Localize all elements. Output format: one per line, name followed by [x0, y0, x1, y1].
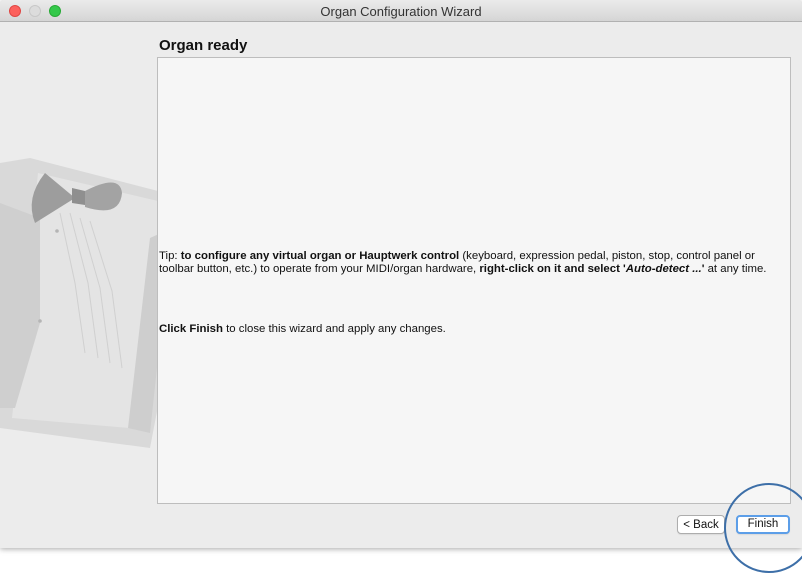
finish-note: Click Finish to close this wizard and ap…: [159, 323, 777, 336]
title-bar: Organ Configuration Wizard: [0, 0, 802, 22]
tip-bold-1: to configure any virtual organ or Hauptw…: [180, 250, 460, 262]
tip-auto-detect: Auto-detect ...: [625, 263, 702, 275]
back-button[interactable]: < Back: [677, 515, 725, 534]
tip-text: Tip: to configure any virtual organ or H…: [159, 250, 777, 276]
finish-note-text: to close this wizard and apply any chang…: [222, 323, 446, 335]
content-panel: [157, 57, 791, 504]
finish-button[interactable]: Finish: [736, 515, 790, 534]
tip-bold-2: right-click on it and select ': [479, 263, 626, 275]
page-heading: Organ ready: [159, 37, 248, 54]
wizard-window: Organ Configuration Wizard Organ ready T…: [0, 0, 802, 548]
tip-prefix: Tip:: [159, 250, 181, 262]
finish-note-bold: Click Finish: [159, 323, 223, 335]
tip-text-2: at any time.: [704, 263, 767, 275]
window-title: Organ Configuration Wizard: [320, 4, 482, 19]
